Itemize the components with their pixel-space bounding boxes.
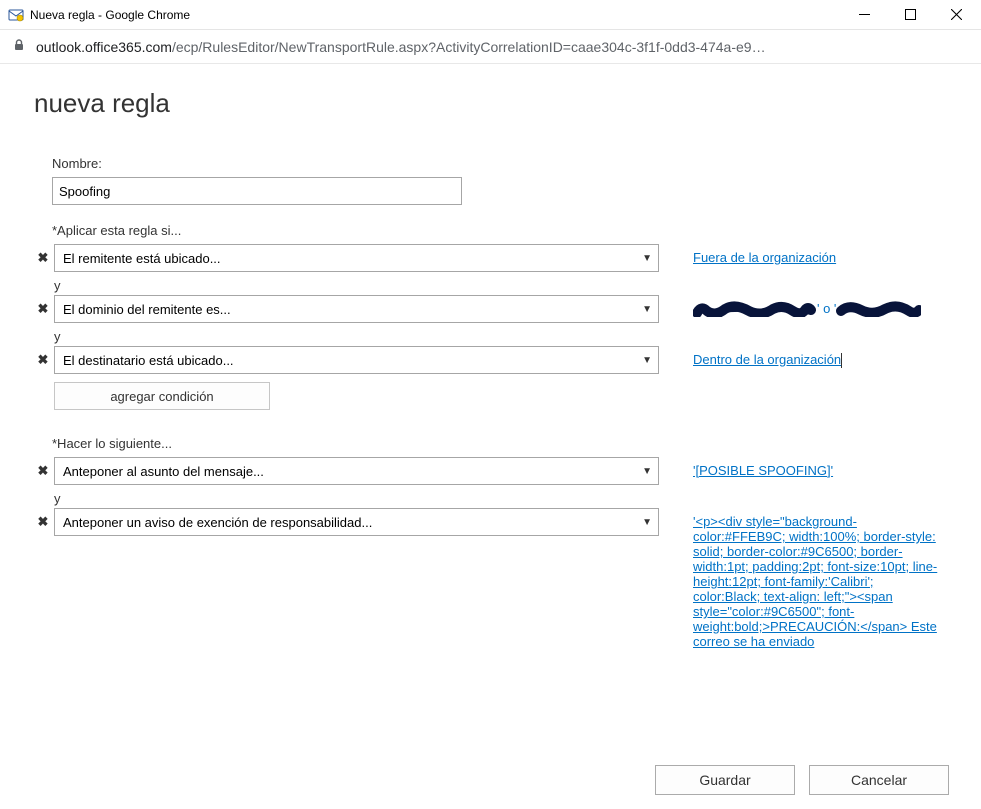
maximize-button[interactable] [887,0,933,30]
condition-dropdown[interactable]: El remitente está ubicado... ▼ [54,244,659,272]
dropdown-text: El destinatario está ubicado... [63,353,234,368]
dropdown-text: El dominio del remitente es... [63,302,231,317]
condition-value[interactable]: ' o ' [693,295,921,317]
chevron-down-icon: ▼ [642,517,652,528]
lock-icon [12,38,26,55]
address-bar: outlook.office365.com/ecp/RulesEditor/Ne… [0,30,981,64]
remove-action-icon[interactable]: ✖ [34,457,52,479]
save-button[interactable]: Guardar [655,765,795,795]
action-dropdown[interactable]: Anteponer un aviso de exención de respon… [54,508,659,536]
action-row: ✖ Anteponer al asunto del mensaje... ▼ '… [34,457,953,485]
cancel-button[interactable]: Cancelar [809,765,949,795]
chevron-down-icon: ▼ [642,253,652,264]
form-scroll-area[interactable]: Nombre: *Aplicar esta regla si... ✖ El r… [34,156,963,749]
apply-if-label: *Aplicar esta regla si... [52,223,953,238]
remove-action-icon[interactable]: ✖ [34,508,52,530]
remove-condition-icon[interactable]: ✖ [34,244,52,266]
action-row: ✖ Anteponer un aviso de exención de resp… [34,508,953,649]
redacted-value: ' o ' [693,301,921,317]
condition-value[interactable]: Fuera de la organización [693,244,836,265]
condition-row: ✖ El dominio del remitente es... ▼ ' o ' [34,295,953,323]
chevron-down-icon: ▼ [642,466,652,477]
condition-dropdown[interactable]: El destinatario está ubicado... ▼ [54,346,659,374]
dialog-footer: Guardar Cancelar [655,765,949,795]
rule-name-input[interactable] [52,177,462,205]
url-host: outlook.office365.com [36,39,172,55]
and-label: y [54,487,953,508]
name-block: Nombre: [52,156,953,205]
dropdown-text: El remitente está ubicado... [63,251,221,266]
close-button[interactable] [933,0,979,30]
chevron-down-icon: ▼ [642,304,652,315]
remove-condition-icon[interactable]: ✖ [34,346,52,368]
text-cursor [841,353,842,368]
and-label: y [54,325,953,346]
do-following-label: *Hacer lo siguiente... [52,436,953,451]
app-favicon [8,7,24,23]
name-label: Nombre: [52,156,953,171]
minimize-button[interactable] [841,0,887,30]
remove-condition-icon[interactable]: ✖ [34,295,52,317]
dropdown-text: Anteponer al asunto del mensaje... [63,464,264,479]
chevron-down-icon: ▼ [642,355,652,366]
condition-value[interactable]: Dentro de la organización [693,346,842,368]
condition-row: ✖ El destinatario está ubicado... ▼ Dent… [34,346,953,374]
action-value[interactable]: '[POSIBLE SPOOFING]' [693,457,833,478]
page-title: nueva regla [34,88,981,119]
action-value[interactable]: '<p><div style="background-color:#FFEB9C… [693,508,938,649]
page-content: nueva regla Nombre: *Aplicar esta regla … [0,64,981,809]
add-condition-button[interactable]: agregar condición [54,382,270,410]
dropdown-text: Anteponer un aviso de exención de respon… [63,515,372,530]
condition-dropdown[interactable]: El dominio del remitente es... ▼ [54,295,659,323]
window-titlebar: Nueva regla - Google Chrome [0,0,981,30]
condition-row: ✖ El remitente está ubicado... ▼ Fuera d… [34,244,953,272]
action-dropdown[interactable]: Anteponer al asunto del mensaje... ▼ [54,457,659,485]
and-label: y [54,274,953,295]
url-path: /ecp/RulesEditor/NewTransportRule.aspx?A… [172,39,766,55]
svg-text:' o ': ' o ' [817,301,836,316]
window-title: Nueva regla - Google Chrome [30,8,841,22]
